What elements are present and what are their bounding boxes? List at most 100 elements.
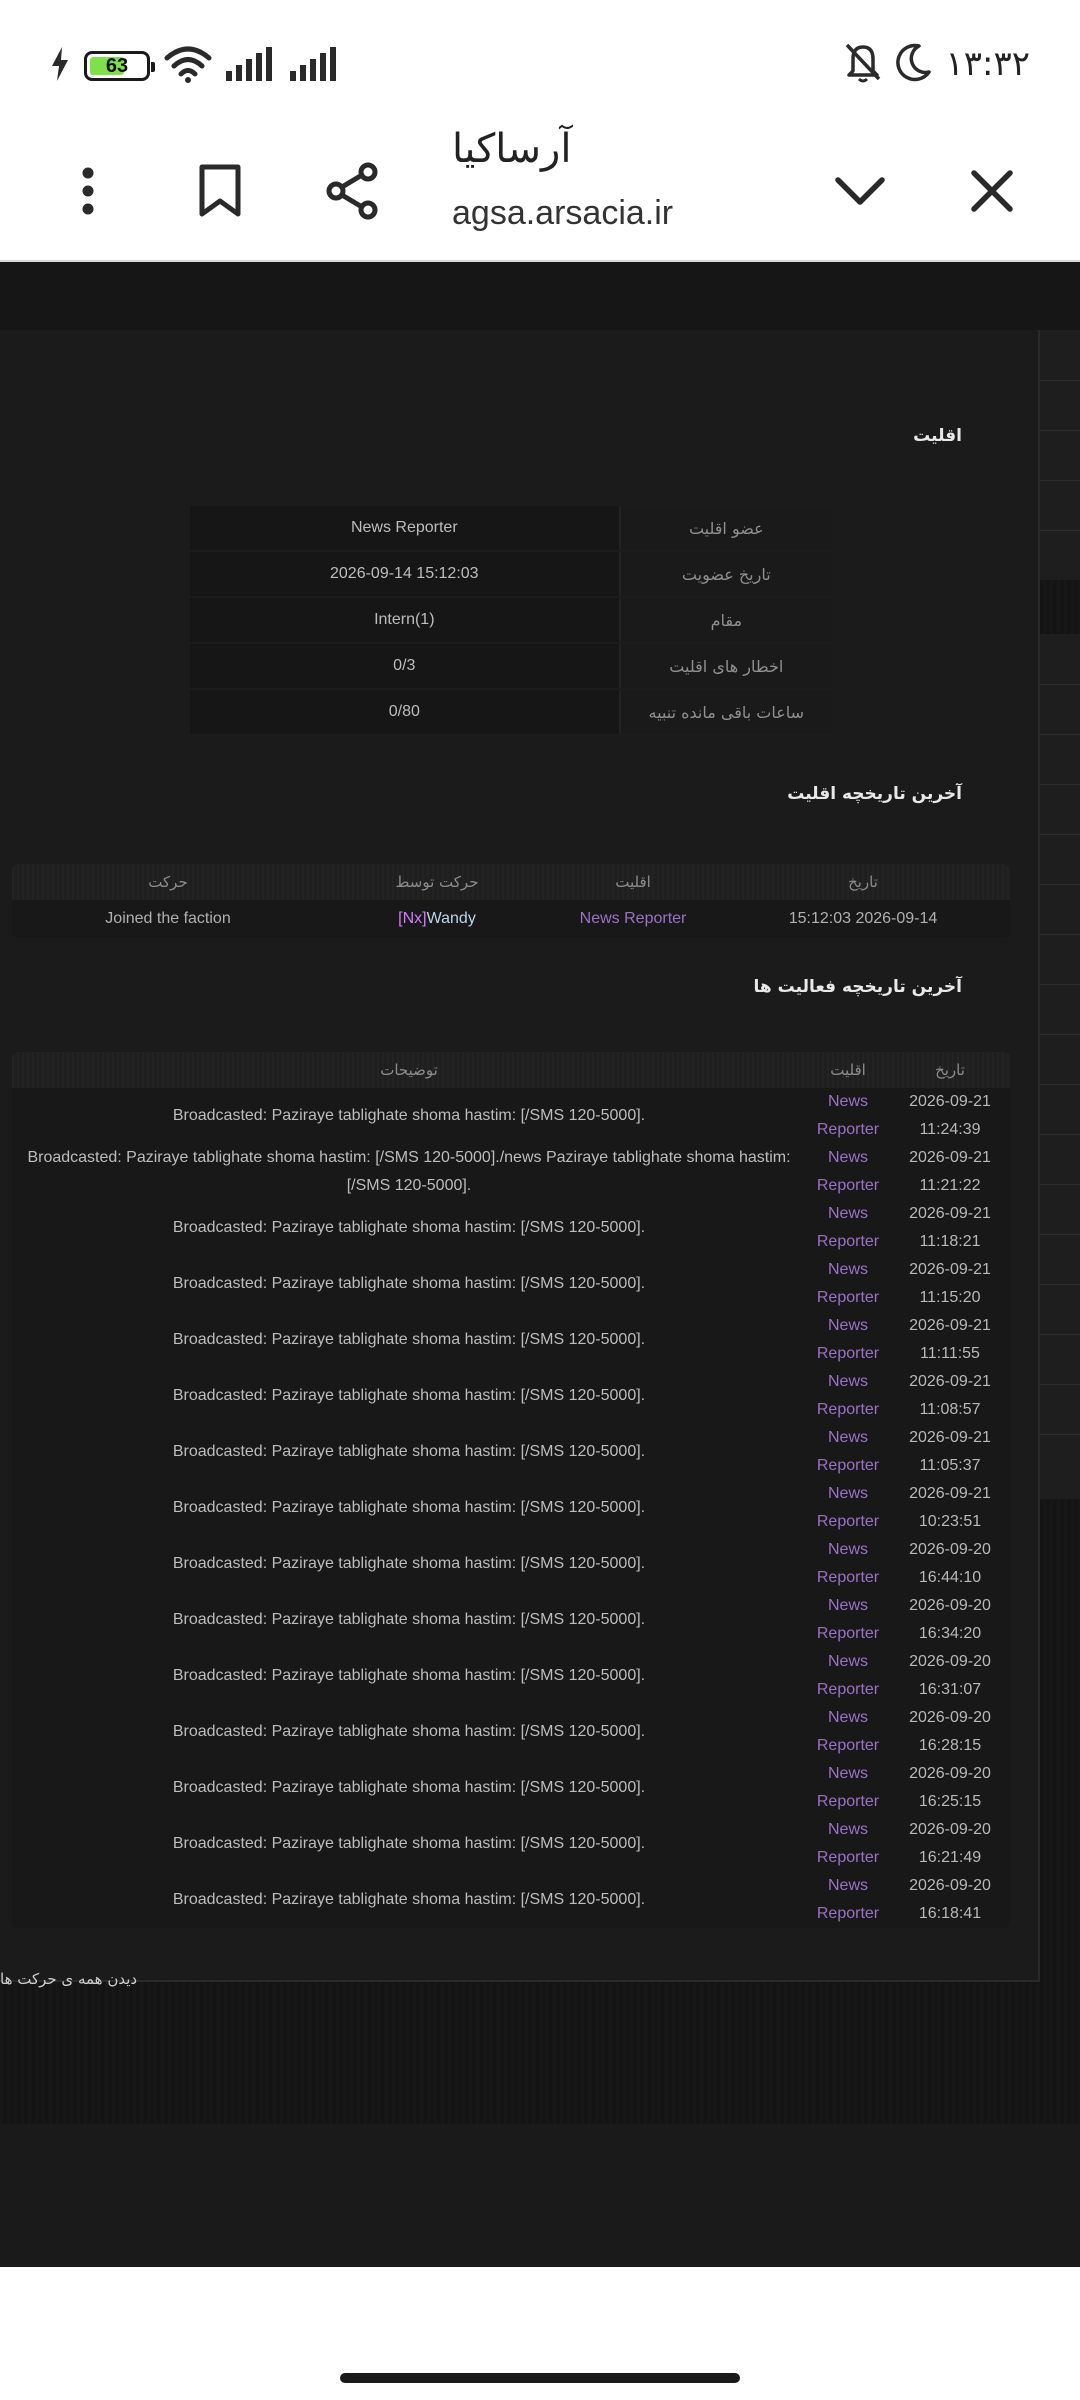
moon-icon — [895, 42, 933, 86]
activity-description: Broadcasted: Paziraye tablighate shoma h… — [27, 1149, 791, 1194]
clock: ۱۳:۳۲ — [945, 44, 1030, 84]
close-icon[interactable] — [957, 156, 1027, 226]
side-panel-bottom — [1038, 634, 1080, 1499]
activity-row: 2026-09-20 16:25:15 News Reporter Broadcaste… — [12, 1760, 1010, 1816]
activity-description: Broadcasted: Paziraye tablighate shoma h… — [172, 1611, 646, 1628]
activity-faction-line2: Reporter — [816, 1681, 880, 1698]
site-header-band — [0, 262, 1080, 331]
activity-faction[interactable]: News Reporter — [806, 1424, 890, 1480]
activity-row: 2026-09-20 16:18:41 News Reporter Broadcaste… — [12, 1872, 1010, 1928]
activity-faction[interactable]: News Reporter — [806, 1536, 890, 1592]
activity-date: 2026-09-20 — [909, 1597, 991, 1614]
page-title: آرساکیا — [452, 126, 572, 172]
activity-time: 11:11:55 — [920, 1345, 980, 1362]
activity-faction-line2: Reporter — [816, 1401, 880, 1418]
activity-faction[interactable]: News Reporter — [806, 1760, 890, 1816]
history-faction[interactable]: News Reporter — [550, 900, 716, 938]
activity-datetime: 2026-09-20 16:44:10 — [890, 1536, 1010, 1592]
history-header-action: حرکت — [148, 873, 188, 891]
activity-faction[interactable]: News Reporter — [806, 1872, 890, 1928]
activity-description: Broadcasted: Paziraye tablighate shoma h… — [172, 1835, 646, 1852]
activity-faction-line1: News — [828, 1317, 869, 1334]
page-url[interactable]: agsa.arsacia.ir — [452, 194, 673, 233]
activity-description: Broadcasted: Paziraye tablighate shoma h… — [172, 1331, 646, 1348]
activity-faction-line1: News — [828, 1709, 869, 1726]
activity-datetime: 2026-09-20 16:31:07 — [890, 1648, 1010, 1704]
activity-datetime: 2026-09-21 11:08:57 — [890, 1368, 1010, 1424]
activity-faction[interactable]: News Reporter — [806, 1312, 890, 1368]
activity-faction-line1: News — [828, 1653, 869, 1670]
activity-faction[interactable]: News Reporter — [806, 1368, 890, 1424]
activity-row: 2026-09-20 16:28:15 News Reporter Broadcaste… — [12, 1704, 1010, 1760]
history-section-title: آخرین تاریخچه اقلیت — [787, 784, 962, 804]
activity-time: 16:18:41 — [918, 1905, 982, 1922]
info-row: 0/80 ساعات باقی مانده تنبیه — [190, 689, 832, 736]
info-row: Intern(1) مقام — [190, 597, 832, 644]
charging-icon — [50, 47, 70, 85]
activity-time: 11:08:57 — [919, 1401, 981, 1418]
activity-row: 2026-09-21 11:18:21 News Reporter Broadcaste… — [12, 1200, 1010, 1256]
activity-row: 2026-09-20 16:34:20 News Reporter Broadcaste… — [12, 1592, 1010, 1648]
activity-faction-line1: News — [828, 1765, 869, 1782]
activity-date: 2026-09-21 — [909, 1485, 991, 1502]
activity-description: Broadcasted: Paziraye tablighate shoma h… — [172, 1443, 646, 1460]
activity-datetime: 2026-09-21 11:11:55 — [890, 1312, 1010, 1368]
info-label: اخطار های اقلیت — [618, 643, 832, 690]
activity-faction[interactable]: News Reporter — [806, 1648, 890, 1704]
activity-row: 2026-09-21 11:21:22 News Reporter Broadcaste… — [12, 1144, 1010, 1200]
web-content: اقلیت News Reporter عضو اقلیت 2026-09-14… — [0, 262, 1080, 2267]
player-tag: [Nx] — [398, 910, 427, 927]
share-icon[interactable] — [317, 156, 387, 226]
activity-row: 2026-09-20 16:31:07 News Reporter Broadcaste… — [12, 1648, 1010, 1704]
activity-faction-line1: News — [828, 1877, 869, 1894]
activity-faction-line1: News — [828, 1597, 869, 1614]
activity-row: 2026-09-21 11:24:39 News Reporter Broadcaste… — [12, 1088, 1010, 1144]
history-by[interactable]: [Nx] Wandy — [324, 900, 550, 938]
activity-faction-line2: Reporter — [816, 1849, 880, 1866]
activity-description: Broadcasted: Paziraye tablighate shoma h… — [172, 1387, 646, 1404]
activity-time: 11:21:22 — [919, 1177, 981, 1194]
see-all-activity-link[interactable]: دیدن همه ی حرکت ها — [0, 1970, 137, 1988]
activity-faction[interactable]: News Reporter — [806, 1256, 890, 1312]
activity-faction-line1: News — [828, 1485, 869, 1502]
activity-description: Broadcasted: Paziraye tablighate shoma h… — [172, 1723, 646, 1740]
navigation-area — [0, 2267, 1080, 2400]
activity-faction-line2: Reporter — [816, 1513, 880, 1530]
activity-section-title: آخرین تاریخچه فعالیت ها — [753, 977, 962, 997]
activity-faction[interactable]: News Reporter — [806, 1816, 890, 1872]
activity-faction-line2: Reporter — [816, 1905, 880, 1922]
activity-datetime: 2026-09-21 11:21:22 — [890, 1144, 1010, 1200]
activity-faction-line1: News — [828, 1541, 869, 1558]
activity-faction[interactable]: News Reporter — [806, 1480, 890, 1536]
activity-rows: 2026-09-21 11:24:39 News Reporter Broadcaste… — [12, 1088, 1010, 1928]
bookmark-icon[interactable] — [185, 156, 255, 226]
activity-row: 2026-09-21 11:15:20 News Reporter Broadcaste… — [12, 1256, 1010, 1312]
faction-history-table: تاریخ اقلیت حرکت توسط حرکت 2026-09-14 15… — [12, 864, 1010, 938]
activity-time: 10:23:51 — [918, 1513, 982, 1530]
battery-icon: 63 — [84, 51, 155, 81]
activity-row: 2026-09-21 11:05:37 News Reporter Broadcaste… — [12, 1424, 1010, 1480]
activity-date: 2026-09-21 — [909, 1093, 991, 1110]
activity-faction[interactable]: News Reporter — [806, 1704, 890, 1760]
activity-faction[interactable]: News Reporter — [806, 1088, 890, 1144]
activity-faction[interactable]: News Reporter — [806, 1144, 890, 1200]
signal-icon — [226, 47, 276, 85]
activity-time: 11:05:37 — [919, 1457, 981, 1474]
activity-header-row: تاریخ اقلیت توضیحات — [12, 1052, 1010, 1088]
activity-date: 2026-09-21 — [909, 1261, 991, 1278]
activity-description: Broadcasted: Paziraye tablighate shoma h… — [172, 1499, 646, 1516]
status-bar: 63 ۱۳:۳۲ — [0, 0, 1080, 120]
chevron-down-icon[interactable] — [825, 156, 895, 226]
activity-datetime: 2026-09-21 10:23:51 — [890, 1480, 1010, 1536]
activity-faction[interactable]: News Reporter — [806, 1592, 890, 1648]
activity-faction[interactable]: News Reporter — [806, 1200, 890, 1256]
dnd-icon — [843, 41, 883, 87]
gesture-handle[interactable] — [340, 2373, 740, 2383]
activity-date: 2026-09-21 — [909, 1149, 991, 1166]
wifi-icon — [164, 45, 212, 87]
activity-faction-line1: News — [828, 1093, 869, 1110]
activity-faction-line2: Reporter — [816, 1457, 880, 1474]
info-label: مقام — [618, 597, 832, 644]
activity-date: 2026-09-20 — [909, 1765, 991, 1782]
more-icon[interactable] — [53, 156, 123, 226]
